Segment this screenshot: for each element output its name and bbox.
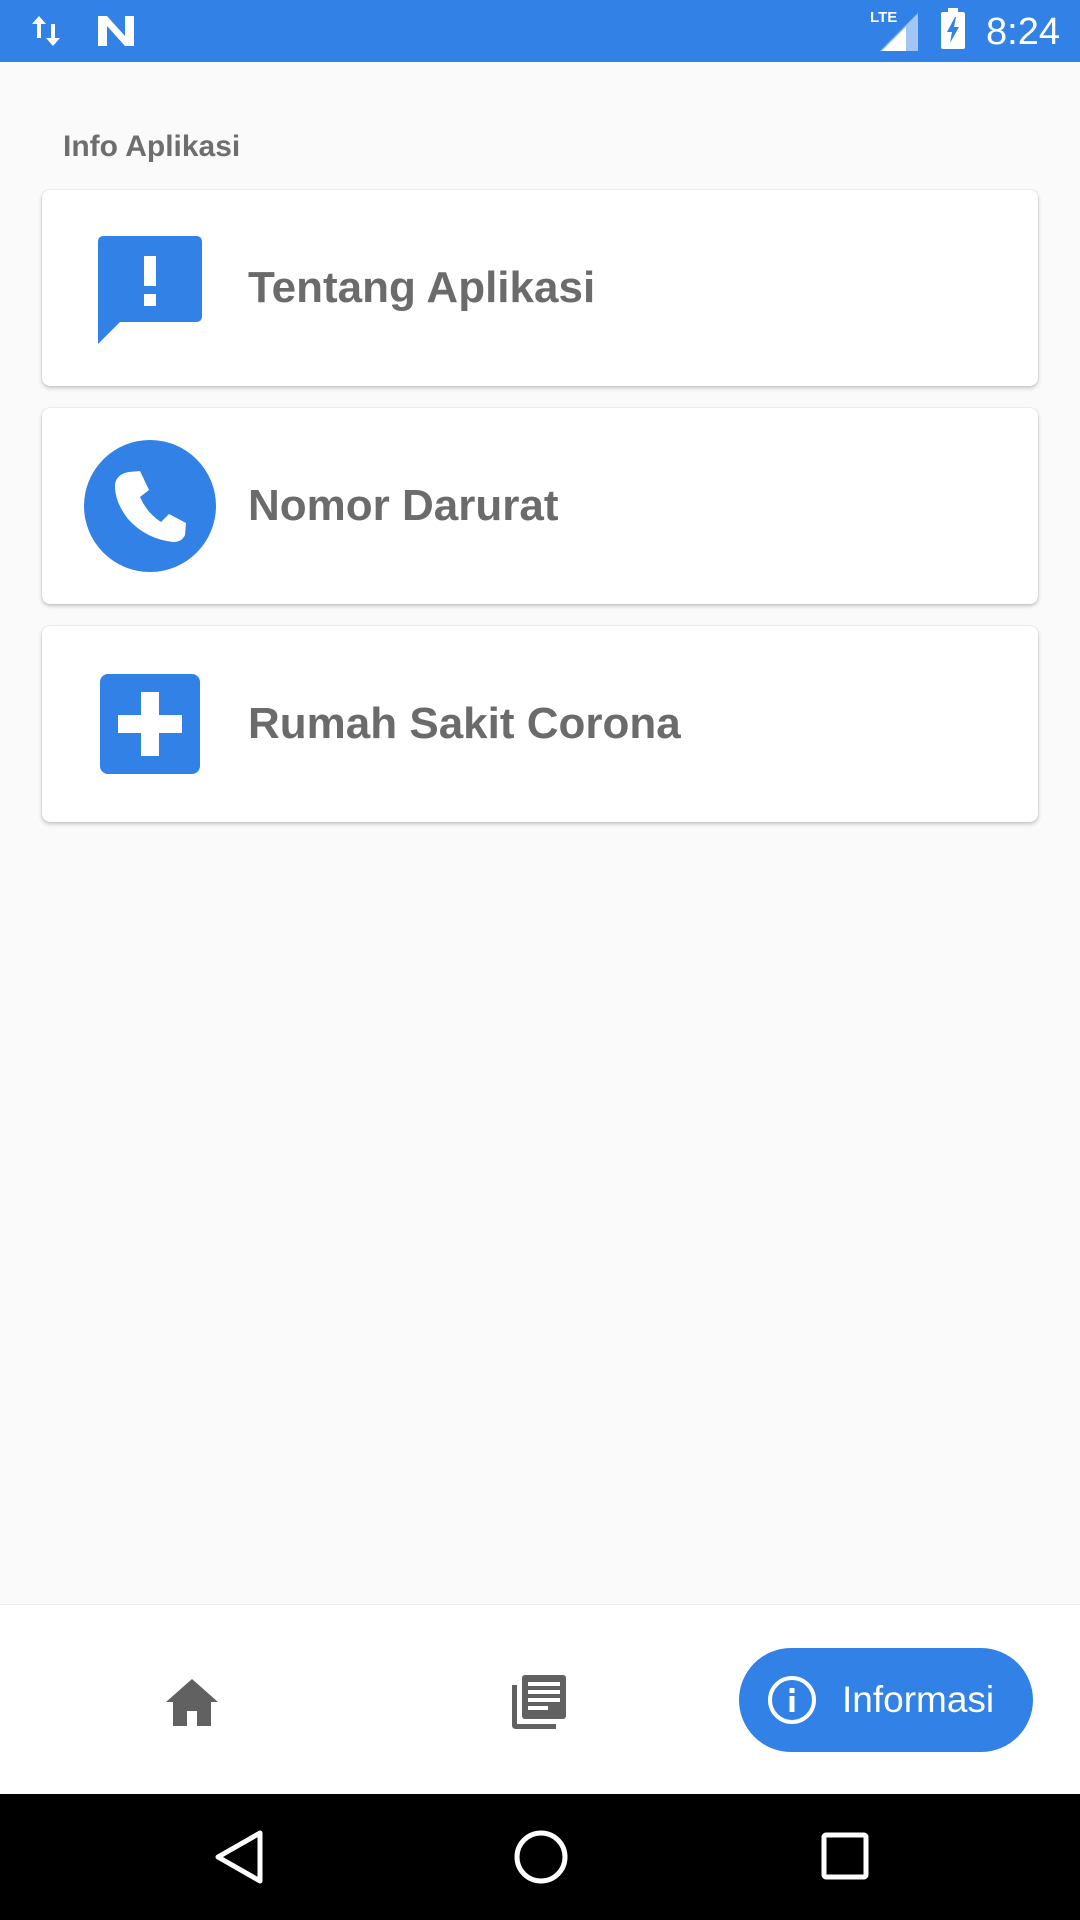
- system-navigation-bar: [0, 1794, 1080, 1920]
- card-nomor-darurat[interactable]: Nomor Darurat: [42, 408, 1038, 604]
- status-time: 8:24: [986, 10, 1060, 53]
- phone-icon: [82, 438, 218, 574]
- card-rumah-sakit-corona[interactable]: Rumah Sakit Corona: [42, 626, 1038, 822]
- card-label: Tentang Aplikasi: [248, 263, 596, 312]
- home-icon[interactable]: [162, 1672, 222, 1732]
- n-notification-icon: [96, 14, 136, 53]
- news-icon[interactable]: [508, 1671, 570, 1733]
- nav-item-informasi[interactable]: Informasi: [739, 1648, 1033, 1752]
- info-icon: [766, 1674, 818, 1726]
- network-type-label: LTE: [870, 8, 898, 26]
- back-icon[interactable]: [210, 1828, 268, 1886]
- battery-charging-icon: [940, 8, 966, 55]
- nav-item-label: Informasi: [842, 1679, 995, 1720]
- recent-apps-icon[interactable]: [819, 1830, 871, 1882]
- hospital-icon: [82, 656, 218, 792]
- home-circle-icon[interactable]: [511, 1827, 571, 1887]
- card-tentang-aplikasi[interactable]: Tentang Aplikasi: [42, 190, 1038, 386]
- feedback-icon: [82, 220, 218, 356]
- card-label: Nomor Darurat: [248, 481, 559, 530]
- bottom-navigation: Informasi: [0, 1604, 1080, 1794]
- data-transfer-icon: [30, 12, 62, 55]
- lte-signal-icon: LTE: [870, 9, 920, 55]
- card-label: Rumah Sakit Corona: [248, 699, 681, 748]
- section-title: Info Aplikasi: [63, 130, 241, 163]
- status-bar: LTE 8:24: [0, 0, 1080, 62]
- main-content: Info Aplikasi Tentang Aplikasi Nomor Dar…: [0, 62, 1080, 1604]
